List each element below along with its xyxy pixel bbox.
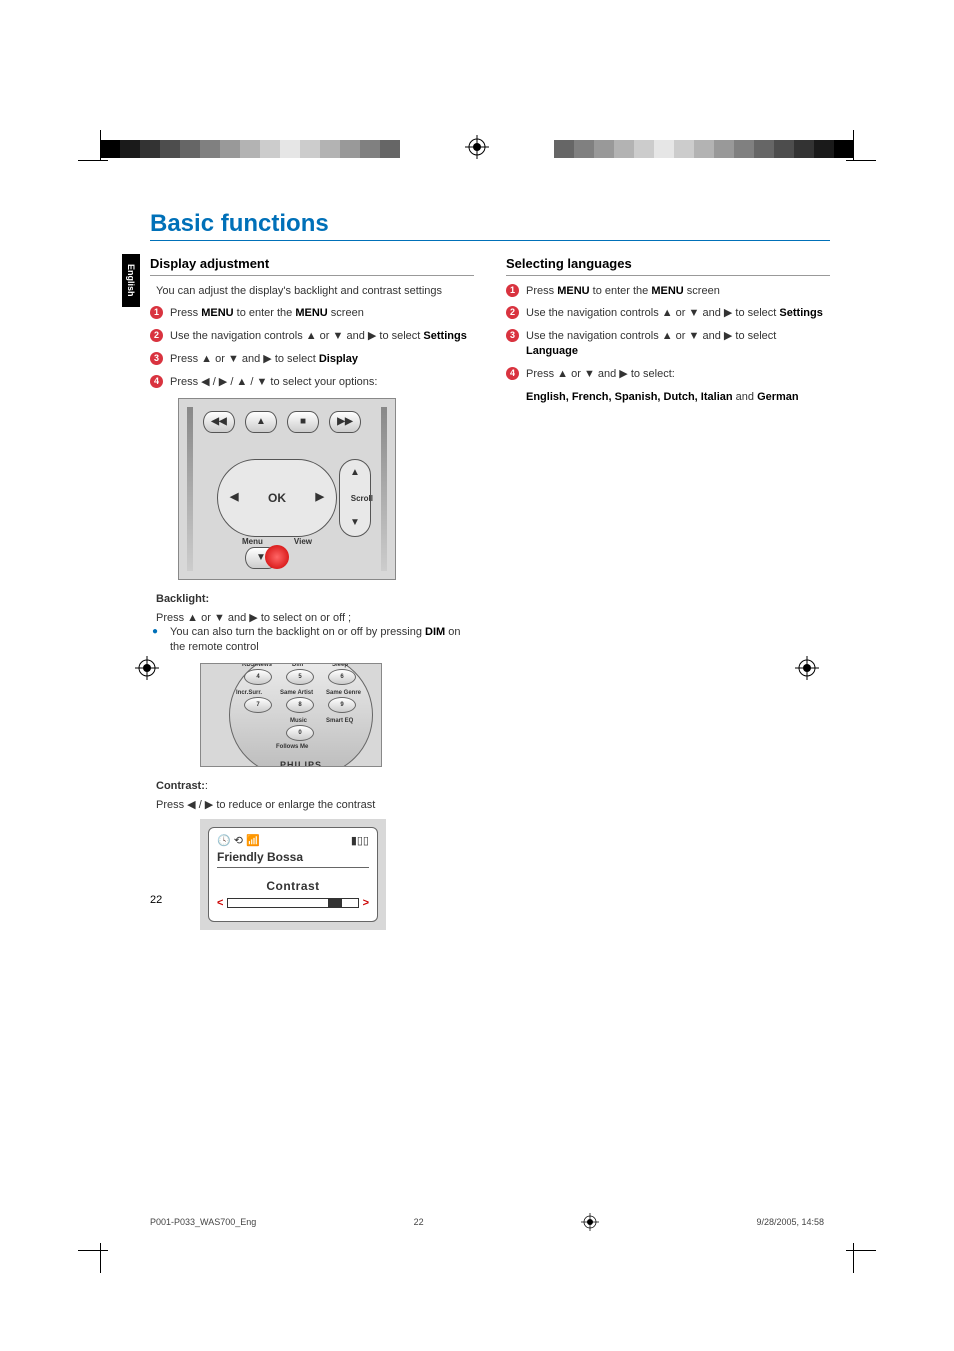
contrast-heading: Contrast:: xyxy=(150,779,474,794)
print-footer: P001-P033_WAS700_Eng 22 9/28/2005, 14:58 xyxy=(150,1213,824,1231)
left-arrow-icon: < xyxy=(217,896,223,911)
registration-target-icon xyxy=(581,1213,599,1231)
color-reg-bar-left xyxy=(100,140,400,158)
section-display-adjustment: Display adjustment xyxy=(150,255,474,276)
page-title: Basic functions xyxy=(150,210,830,238)
color-reg-bar-right xyxy=(554,140,854,158)
registration-target-icon xyxy=(465,135,489,159)
footer-page: 22 xyxy=(414,1217,424,1227)
language-tab: English xyxy=(122,254,140,307)
display-intro: You can adjust the display's backlight a… xyxy=(156,284,474,299)
doc-name: P001-P033_WAS700_Eng xyxy=(150,1217,256,1227)
backlight-line: Press ▲ or ▼ and ▶ to select on or off ; xyxy=(150,611,474,626)
navigation-pad-illustration: ◀◀ ▲ ■ ▶▶ OK ◀ ▶ Menu View ▲ ▼ xyxy=(178,398,396,580)
cross-pad: OK ◀ ▶ Menu View xyxy=(217,459,337,537)
step-number-icon: 4 xyxy=(150,375,163,388)
step-number-icon: 3 xyxy=(150,352,163,365)
step-1: 1 Press MENU to enter the MENU screen xyxy=(506,284,830,299)
step-4: 4 Press ▲ or ▼ and ▶ to select: xyxy=(506,367,830,382)
page-number: 22 xyxy=(150,894,162,906)
lcd-track-title: Friendly Bossa xyxy=(217,849,369,868)
stop-icon: ■ xyxy=(287,411,319,433)
backlight-bullet: You can also turn the backlight on or of… xyxy=(150,625,474,655)
step-number-icon: 1 xyxy=(506,284,519,297)
step-1: 1 Press MENU to enter the MENU screen xyxy=(150,306,474,321)
fast-forward-icon: ▶▶ xyxy=(329,411,361,433)
column-left: Display adjustment You can adjust the di… xyxy=(150,255,474,940)
rewind-icon: ◀◀ xyxy=(203,411,235,433)
column-right: Selecting languages 1 Press MENU to ente… xyxy=(506,255,830,940)
remote-control-illustration: RDS/News Dim Sleep 4 5 6 Incr.Surr. Same… xyxy=(200,663,382,767)
contrast-line: Press ◀ / ▶ to reduce or enlarge the con… xyxy=(150,798,474,813)
step-number-icon: 2 xyxy=(506,306,519,319)
language-list: English, French, Spanish, Dutch, Italian… xyxy=(506,390,830,405)
record-button-icon xyxy=(265,545,289,569)
step-number-icon: 2 xyxy=(150,329,163,342)
step-3: 3 Use the navigation controls ▲ or ▼ and… xyxy=(506,329,830,359)
step-3: 3 Press ▲ or ▼ and ▶ to select Display xyxy=(150,352,474,367)
step-number-icon: 1 xyxy=(150,306,163,319)
step-number-icon: 3 xyxy=(506,329,519,342)
backlight-heading: Backlight: xyxy=(150,592,474,607)
manual-page: English Basic functions Display adjustme… xyxy=(150,210,830,940)
right-arrow-icon: > xyxy=(363,896,369,911)
step-4: 4 Press ◀ / ▶ / ▲ / ▼ to select your opt… xyxy=(150,375,474,390)
section-selecting-languages: Selecting languages xyxy=(506,255,830,276)
brand-logo: PHILIPS xyxy=(230,759,372,767)
clock-icon: 🕓 ⟲ 📶 xyxy=(217,834,260,849)
up-arrow-icon: ▲ xyxy=(245,411,277,433)
signal-icon: ▮▯▯ xyxy=(351,834,369,849)
step-number-icon: 4 xyxy=(506,367,519,380)
footer-date: 9/28/2005, 14:58 xyxy=(756,1217,824,1227)
lcd-screen-illustration: 🕓 ⟲ 📶 ▮▯▯ Friendly Bossa Contrast < > xyxy=(200,819,386,930)
registration-marks-top xyxy=(0,140,954,180)
step-2: 2 Use the navigation controls ▲ or ▼ and… xyxy=(506,306,830,321)
lcd-contrast-label: Contrast xyxy=(217,878,369,894)
step-2: 2 Use the navigation controls ▲ or ▼ and… xyxy=(150,329,474,344)
contrast-slider: < > xyxy=(217,896,369,911)
